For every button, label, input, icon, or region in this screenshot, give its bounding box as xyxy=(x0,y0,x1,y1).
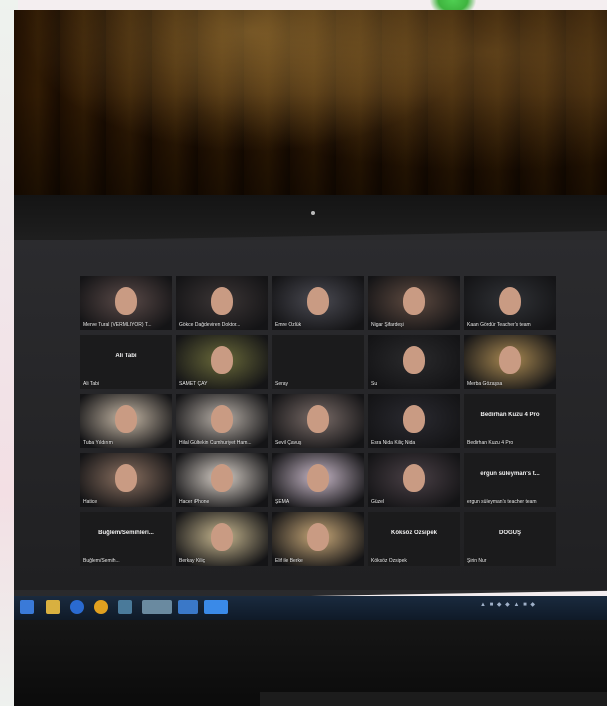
participant-name: ŞEMA xyxy=(275,499,290,505)
participant-tile[interactable]: Ali Tabi Ali Tabi xyxy=(80,335,172,389)
participant-face xyxy=(307,405,329,433)
participant-tile[interactable]: Berkay Kiliç xyxy=(176,512,268,566)
participant-face xyxy=(211,464,233,492)
participant-tile[interactable]: Seray xyxy=(272,335,364,389)
participant-name: SAMET ÇAY xyxy=(179,381,208,387)
participant-name: Esra Nida Kiliç Nida xyxy=(371,440,416,446)
participant-face xyxy=(211,346,233,374)
participant-tile[interactable]: Merve Tural (VERMLİYOR) T... xyxy=(80,276,172,330)
participant-face xyxy=(403,287,425,315)
participant-name: Sevil Çavuş xyxy=(275,440,302,446)
folder-icon[interactable] xyxy=(46,600,60,614)
participant-display-name: Köksöz Özsipek xyxy=(390,530,437,536)
participant-face xyxy=(499,287,521,315)
participant-tile[interactable]: Hilal Gültekin Cumhuriyet Ham... xyxy=(176,394,268,448)
participant-name: Merve Tural (VERMLİYOR) T... xyxy=(83,322,152,328)
participant-name: Hatice xyxy=(83,499,98,505)
participant-name: Tuba Yıldırım xyxy=(83,440,113,446)
participant-name: Güzel xyxy=(371,499,385,505)
participant-tile[interactable]: Tuba Yıldırım xyxy=(80,394,172,448)
participant-display-name: DOĞUŞ xyxy=(498,530,521,536)
participant-tile[interactable]: Güzel xyxy=(368,453,460,507)
participant-face xyxy=(115,464,137,492)
participant-name: Emre Özlük xyxy=(275,322,302,328)
webcam-icon xyxy=(311,211,315,215)
participant-tile[interactable]: ŞEMA xyxy=(272,453,364,507)
participant-name: ergun süleyman's teacher team xyxy=(467,499,537,505)
participant-tile[interactable]: DOĞUŞ Şirin Nur xyxy=(464,512,556,566)
participant-face xyxy=(403,464,425,492)
app-icon-2[interactable] xyxy=(142,600,172,614)
participant-tile[interactable]: Bedirhan Kuzu 4 Pro Bedirhan Kuzu 4 Pro xyxy=(464,394,556,448)
participant-name: Elif ile Berke xyxy=(275,558,303,564)
participant-name: Köksöz Özsipek xyxy=(371,558,407,564)
participant-tile[interactable]: SAMET ÇAY xyxy=(176,335,268,389)
participant-tile[interactable]: Hacer iPhone xyxy=(176,453,268,507)
participant-face xyxy=(403,405,425,433)
participant-name: Berkay Kiliç xyxy=(179,558,206,564)
participant-tile[interactable]: Emre Özlük xyxy=(272,276,364,330)
participant-face xyxy=(403,346,425,374)
participant-tile[interactable]: Hatice xyxy=(80,453,172,507)
app-icon[interactable] xyxy=(118,600,132,614)
participant-name: Bedirhan Kuzu 4 Pro xyxy=(467,440,514,446)
participant-face xyxy=(307,523,329,551)
participant-tile[interactable]: Merba Gözaşsa xyxy=(464,335,556,389)
participant-face xyxy=(499,346,521,374)
participant-name: Gökce Dağdeviren Doktor... xyxy=(179,322,241,328)
photo: Merve Tural (VERMLİYOR) T... Gökce Dağdev… xyxy=(0,0,607,706)
system-tray[interactable]: ▲ ■ ◆ ◆ ▲ ■ ◆ xyxy=(480,601,536,611)
participant-name: Kaan Gördür Teacher's team xyxy=(467,322,531,328)
participant-name: Hilal Gültekin Cumhuriyet Ham... xyxy=(179,440,252,446)
participant-tile[interactable]: Buğlem/Semihleri... Buğlem/Semih... xyxy=(80,512,172,566)
participant-face xyxy=(211,405,233,433)
participant-face xyxy=(115,287,137,315)
participant-display-name: Ali Tabi xyxy=(115,353,137,359)
participant-display-name: Buğlem/Semihleri... xyxy=(98,530,154,536)
participant-tile[interactable]: Kaan Gördür Teacher's team xyxy=(464,276,556,330)
participant-tile[interactable]: Gökce Dağdeviren Doktor... xyxy=(176,276,268,330)
gallery-view: Merve Tural (VERMLİYOR) T... Gökce Dağdev… xyxy=(80,276,560,566)
participant-name: Hacer iPhone xyxy=(179,499,210,505)
participant-display-name: Bedirhan Kuzu 4 Pro xyxy=(480,412,540,418)
app-icon-3[interactable] xyxy=(178,600,198,614)
laptop-base xyxy=(260,692,607,706)
participant-tile[interactable]: Köksöz Özsipek Köksöz Özsipek xyxy=(368,512,460,566)
participant-name: Seray xyxy=(275,381,289,387)
participant-tile[interactable]: Nigar Şifardeşi xyxy=(368,276,460,330)
start-icon[interactable] xyxy=(20,600,34,614)
participant-name: Ali Tabi xyxy=(83,381,100,387)
chrome-icon[interactable] xyxy=(94,600,108,614)
participant-name: Su xyxy=(371,381,378,387)
participant-tile[interactable]: Elif ile Berke xyxy=(272,512,364,566)
participant-tile[interactable]: Su xyxy=(368,335,460,389)
participant-tile[interactable]: Sevil Çavuş xyxy=(272,394,364,448)
curtain-shade xyxy=(14,10,607,220)
participant-display-name: ergun süleyman's t... xyxy=(480,471,540,477)
participant-tile[interactable]: Esra Nida Kiliç Nida xyxy=(368,394,460,448)
participant-tile[interactable]: ergun süleyman's t... ergun süleyman's te… xyxy=(464,453,556,507)
zoom-icon[interactable] xyxy=(204,600,228,614)
participant-name: Şirin Nur xyxy=(467,558,487,564)
participant-name: Buğlem/Semih... xyxy=(83,558,120,564)
participant-name: Merba Gözaşsa xyxy=(467,381,503,387)
participant-face xyxy=(211,287,233,315)
participant-face xyxy=(115,405,137,433)
participant-name: Nigar Şifardeşi xyxy=(371,322,404,328)
participant-face xyxy=(307,287,329,315)
participant-face xyxy=(211,523,233,551)
browser-icon[interactable] xyxy=(70,600,84,614)
participant-face xyxy=(307,464,329,492)
